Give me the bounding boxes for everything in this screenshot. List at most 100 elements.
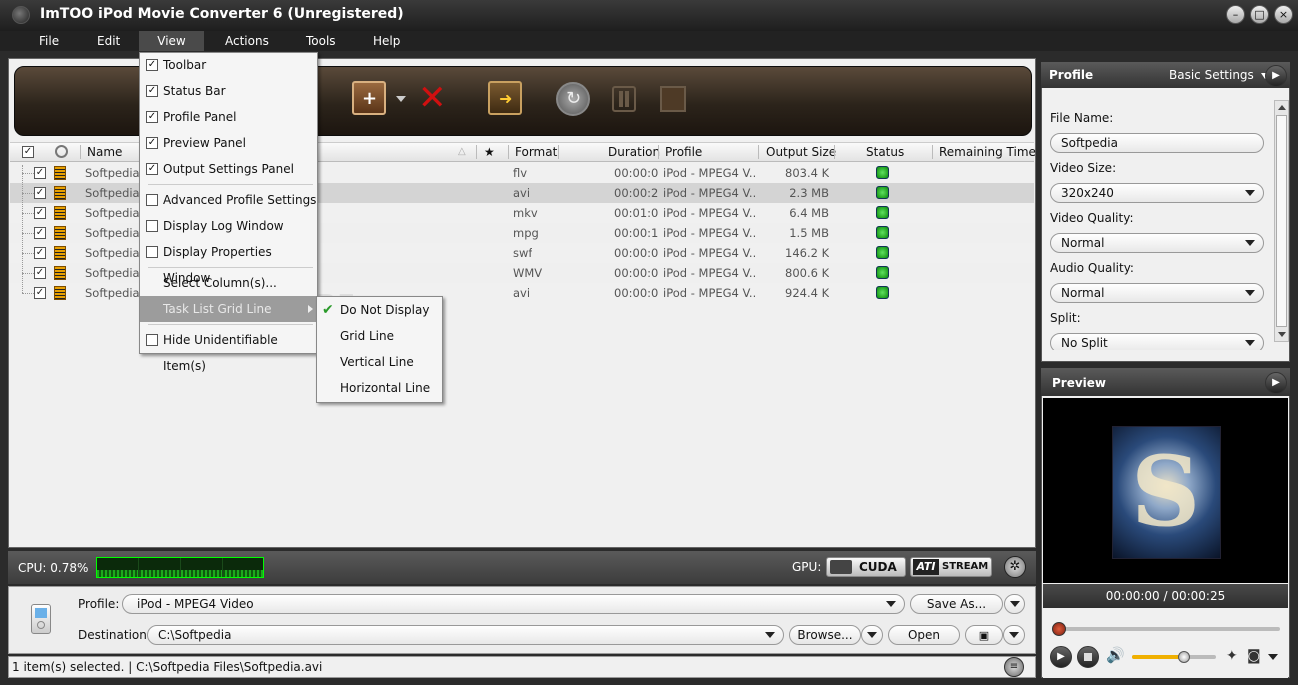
- view-menu-item-label: Output Settings Panel: [163, 162, 294, 176]
- refresh-icon[interactable]: ↻: [556, 82, 590, 116]
- panel-expand-icon[interactable]: ▶: [1265, 65, 1287, 87]
- device-transfer-dropdown[interactable]: [1003, 625, 1025, 645]
- video-size-select[interactable]: 320x240: [1050, 183, 1264, 203]
- snapshot-folder-icon[interactable]: ✦: [1226, 648, 1238, 664]
- status-ok-icon: [876, 206, 889, 219]
- row-checkbox[interactable]: ✓: [34, 167, 46, 179]
- row-checkbox[interactable]: ✓: [34, 207, 46, 219]
- column-remaining-time[interactable]: Remaining Time: [939, 142, 1036, 162]
- grid-line-option-vertical-line[interactable]: Vertical Line: [317, 349, 442, 375]
- menu-actions[interactable]: Actions: [216, 31, 278, 51]
- status-ok-icon: [876, 246, 889, 259]
- target-icon[interactable]: [55, 145, 68, 158]
- grid-line-option-grid-line[interactable]: Grid Line: [317, 323, 442, 349]
- profile-label: Profile:: [78, 597, 120, 611]
- view-menu-item-select-column-s[interactable]: Select Column(s)...: [140, 270, 317, 296]
- ati-label: ATI: [913, 559, 939, 575]
- tools-icon[interactable]: ✲: [1004, 556, 1026, 578]
- row-checkbox[interactable]: ✓: [34, 227, 46, 239]
- status-ok-icon: [876, 186, 889, 199]
- column-status[interactable]: Status: [866, 142, 904, 162]
- log-icon[interactable]: ≡: [1004, 657, 1024, 677]
- destination-select[interactable]: C:\Softpedia: [147, 625, 784, 645]
- profile-select[interactable]: iPod - MPEG4 Video: [122, 594, 905, 614]
- row-profile: iPod - MPEG4 V...: [663, 166, 755, 180]
- volume-handle[interactable]: [1178, 651, 1191, 663]
- view-menu-item-advanced-profile-settings[interactable]: Advanced Profile Settings: [140, 187, 317, 213]
- select-all-checkbox[interactable]: ✓: [22, 146, 34, 158]
- split-label: Split:: [1050, 311, 1081, 325]
- maximize-button[interactable]: □: [1250, 5, 1269, 24]
- convert-icon[interactable]: ➜: [488, 81, 522, 115]
- device-transfer-button[interactable]: ▣: [965, 625, 1003, 645]
- pause-icon[interactable]: [612, 86, 636, 112]
- delete-icon[interactable]: ✕: [418, 80, 447, 116]
- row-profile: iPod - MPEG4 V...: [663, 206, 755, 220]
- menu-edit[interactable]: Edit: [88, 31, 129, 51]
- column-output-size[interactable]: Output Size: [766, 142, 836, 162]
- checkmark-icon: ✔: [322, 302, 334, 318]
- preview-expand-icon[interactable]: ▶: [1265, 372, 1287, 394]
- row-checkbox[interactable]: ✓: [34, 247, 46, 259]
- preview-frame-image: S: [1112, 426, 1221, 559]
- add-dropdown-icon[interactable]: [396, 96, 406, 102]
- view-menu-item-display-log-window[interactable]: Display Log Window: [140, 213, 317, 239]
- view-menu-item-toolbar[interactable]: ✓ Toolbar: [140, 52, 317, 78]
- close-button[interactable]: ×: [1274, 5, 1293, 24]
- checked-checkbox-icon: ✓: [146, 59, 158, 71]
- save-as-button[interactable]: Save As...: [910, 594, 1003, 614]
- menu-view[interactable]: View: [139, 31, 204, 51]
- grid-line-option-horizontal-line[interactable]: Horizontal Line: [317, 375, 442, 401]
- camera-icon[interactable]: ◙: [1247, 648, 1261, 664]
- view-menu-item-preview-panel[interactable]: ✓ Preview Panel: [140, 130, 317, 156]
- play-icon[interactable]: ▶: [1050, 646, 1072, 668]
- profile-scrollbar[interactable]: [1274, 100, 1289, 342]
- view-menu-item-hide-unidentifiable-item-s[interactable]: Hide Unidentifiable Item(s): [140, 327, 317, 373]
- audio-quality-select[interactable]: Normal: [1050, 283, 1264, 303]
- open-button[interactable]: Open: [888, 625, 960, 645]
- menu-help[interactable]: Help: [364, 31, 409, 51]
- seek-bar[interactable]: [1055, 627, 1280, 631]
- camera-dropdown-icon[interactable]: [1268, 654, 1278, 660]
- column-star[interactable]: ★: [484, 142, 495, 162]
- basic-settings-dropdown[interactable]: Basic Settings: [1169, 68, 1269, 82]
- row-checkbox[interactable]: ✓: [34, 187, 46, 199]
- file-name-input[interactable]: Softpedia: [1050, 133, 1264, 153]
- view-menu-item-display-properties-window[interactable]: Display Properties Window: [140, 239, 317, 285]
- row-checkbox[interactable]: ✓: [34, 267, 46, 279]
- column-profile[interactable]: Profile: [665, 142, 702, 162]
- menu-file[interactable]: File: [30, 31, 68, 51]
- row-checkbox[interactable]: ✓: [34, 287, 46, 299]
- view-menu-item-output-settings-panel[interactable]: ✓ Output Settings Panel: [140, 156, 317, 182]
- add-file-icon[interactable]: +: [352, 81, 386, 115]
- ati-stream-badge[interactable]: ATI STREAM: [910, 557, 992, 577]
- grid-line-option-do-not-display[interactable]: ✔ Do Not Display: [317, 297, 442, 323]
- video-size-label: Video Size:: [1050, 161, 1117, 175]
- video-quality-select[interactable]: Normal: [1050, 233, 1264, 253]
- volume-slider[interactable]: [1132, 655, 1216, 659]
- save-as-dropdown[interactable]: [1004, 594, 1025, 614]
- preview-time: 00:00:00 / 00:00:25: [1043, 584, 1288, 608]
- column-name[interactable]: Name: [87, 142, 122, 162]
- menu-tools[interactable]: Tools: [297, 31, 345, 51]
- cuda-badge[interactable]: CUDA: [826, 557, 906, 577]
- view-menu-item-status-bar[interactable]: ✓ Status Bar: [140, 78, 317, 104]
- view-menu-item-label: Status Bar: [163, 84, 226, 98]
- row-duration: 00:00:08: [614, 266, 658, 280]
- row-name: Softpedia: [85, 206, 140, 220]
- row-duration: 00:00:25: [614, 186, 658, 200]
- view-menu-item-profile-panel[interactable]: ✓ Profile Panel: [140, 104, 317, 130]
- column-format[interactable]: Format: [515, 142, 557, 162]
- minimize-button[interactable]: –: [1226, 5, 1245, 24]
- view-menu-item-task-list-grid-line[interactable]: Task List Grid Line: [140, 296, 317, 322]
- split-select[interactable]: No Split: [1050, 333, 1264, 350]
- browse-dropdown[interactable]: [861, 625, 883, 645]
- stop-playback-icon[interactable]: [1077, 646, 1099, 668]
- app-icon[interactable]: [12, 6, 30, 24]
- browse-button[interactable]: Browse...: [789, 625, 861, 645]
- seek-handle[interactable]: [1052, 622, 1066, 636]
- unchecked-checkbox-icon: [146, 246, 158, 258]
- volume-icon[interactable]: 🔊: [1106, 646, 1125, 664]
- column-duration[interactable]: Duration: [608, 142, 660, 162]
- stop-icon[interactable]: [660, 86, 686, 112]
